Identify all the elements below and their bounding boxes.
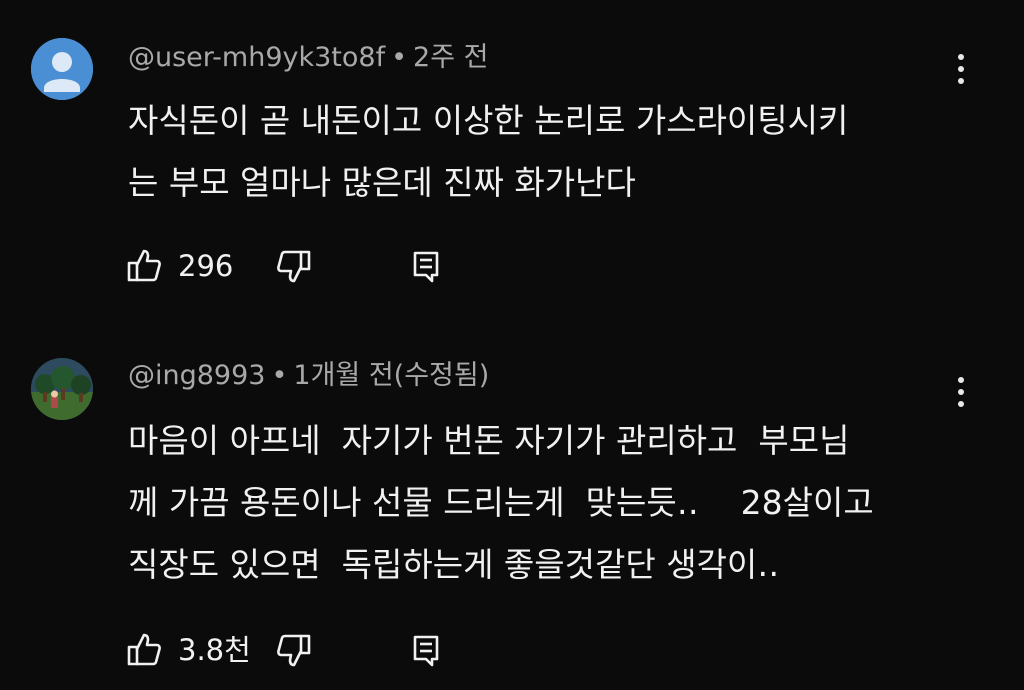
comment-meta: @ing8993 • 1개월 전(수정됨) xyxy=(128,356,489,396)
reply-icon[interactable] xyxy=(406,246,446,286)
reply-icon[interactable] xyxy=(406,630,446,670)
comment-line: 직장도 있으면 독립하는게 좋을것같단 생각이‥ xyxy=(128,545,780,584)
comment-text: 자식돈이 곧 내돈이고 이상한 논리로 가스라이팅시키 는 부모 얼마나 많은데… xyxy=(128,90,948,214)
comment-line: 는 부모 얼마나 많은데 진짜 화가난다 xyxy=(128,163,636,202)
avatar[interactable] xyxy=(31,38,93,100)
meta-separator: • xyxy=(271,360,288,391)
avatar[interactable] xyxy=(31,358,93,420)
comment-line: 자식돈이 곧 내돈이고 이상한 논리로 가스라이팅시키 xyxy=(128,101,849,140)
comment-actions: 3.8천 xyxy=(124,628,454,672)
comment-time: 2주 전 xyxy=(413,42,489,73)
default-user-avatar-icon xyxy=(31,38,93,100)
forest-scene-avatar-icon xyxy=(31,358,93,420)
meta-separator: • xyxy=(391,42,408,73)
comment-time: 1개월 전(수정됨) xyxy=(293,360,490,391)
more-vert-icon[interactable] xyxy=(944,44,978,94)
like-count: 296 xyxy=(178,249,234,283)
comment-text: 마음이 아프네 자기가 번돈 자기가 관리하고 부모님 께 가끔 용돈이나 선물… xyxy=(128,410,948,596)
thumbs-down-icon[interactable] xyxy=(274,630,314,670)
comment-line: 께 가끔 용돈이나 선물 드리는게 맞는듯‥ 28살이고 xyxy=(128,483,874,522)
comment-author[interactable]: @user-mh9yk3to8f xyxy=(128,42,385,73)
comment-author[interactable]: @ing8993 xyxy=(128,360,265,391)
comment-actions: 296 xyxy=(124,244,454,288)
comment-meta: @user-mh9yk3to8f • 2주 전 xyxy=(128,38,488,78)
more-vert-icon[interactable] xyxy=(944,367,978,417)
thumbs-up-icon[interactable] xyxy=(124,630,164,670)
thumbs-down-icon[interactable] xyxy=(274,246,314,286)
comment-line: 마음이 아프네 자기가 번돈 자기가 관리하고 부모님 xyxy=(128,421,850,460)
like-count: 3.8천 xyxy=(178,633,251,667)
thumbs-up-icon[interactable] xyxy=(124,246,164,286)
